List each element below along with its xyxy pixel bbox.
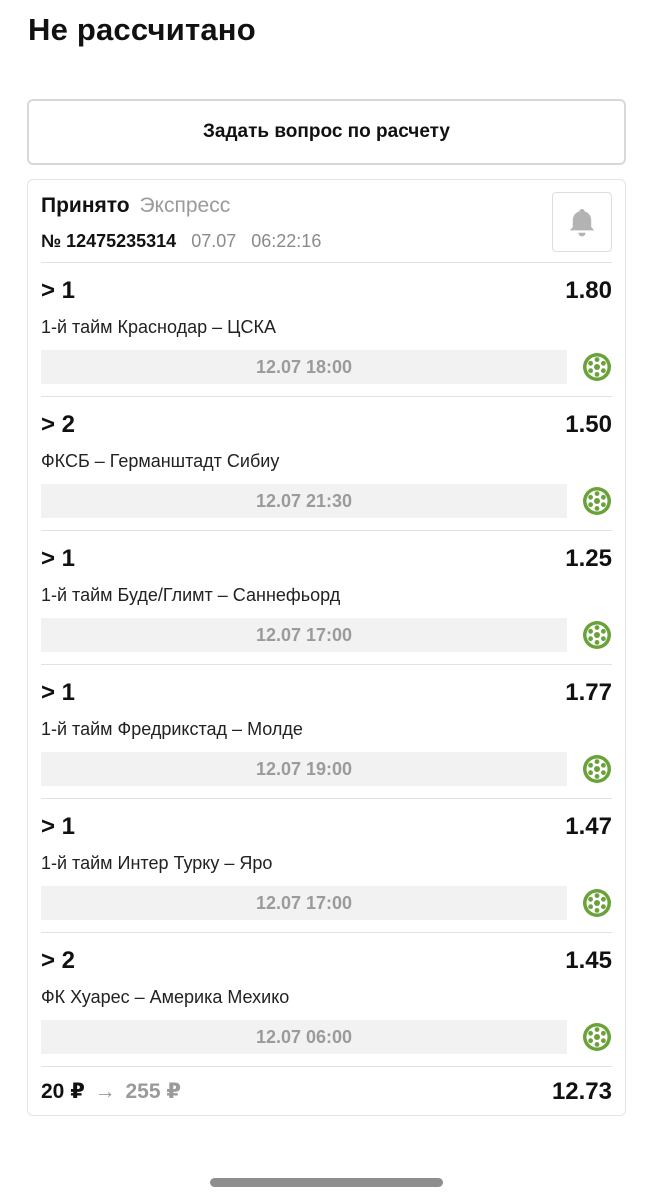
bet-meta: № 12475235314 07.07 06:22:16 <box>41 231 321 252</box>
event-name: 1-й тайм Краснодар – ЦСКА <box>41 317 276 337</box>
event-outcome: > 1 <box>41 679 76 706</box>
event-odds: 1.80 <box>565 277 612 304</box>
coupon-number: № 12475235314 <box>41 231 177 251</box>
ask-settlement-question-button[interactable]: Задать вопрос по расчету <box>27 99 626 165</box>
event-row[interactable]: > 1 1.25 1-й тайм Буде/Глимт – Саннефьорд 1… <box>41 530 612 664</box>
arrow-right-icon: → <box>94 1080 116 1103</box>
event-datetime: 12.07 17:00 <box>41 618 567 652</box>
event-name: 1-й тайм Фредрикстад – Молде <box>41 719 303 739</box>
event-outcome: > 1 <box>41 277 76 304</box>
event-outcome: > 2 <box>41 947 76 974</box>
event-row[interactable]: > 1 1.80 1-й тайм Краснодар – ЦСКА 12.07 18… <box>41 262 612 396</box>
event-outcome: > 1 <box>41 813 76 840</box>
event-odds: 1.25 <box>565 545 612 572</box>
event-name: ФКСБ – Германштадт Сибиу <box>41 451 280 471</box>
bet-date: 07.07 <box>191 231 237 251</box>
event-row[interactable]: > 1 1.77 1-й тайм Фредрикстад – Молде 12.07… <box>41 664 612 798</box>
event-odds: 1.47 <box>565 813 612 840</box>
event-name: 1-й тайм Буде/Глимт – Саннефьорд <box>41 585 341 605</box>
bet-type: Экспресс <box>139 194 231 217</box>
event-odds: 1.45 <box>565 947 612 974</box>
event-odds: 1.50 <box>565 411 612 438</box>
event-outcome: > 1 <box>41 545 76 572</box>
football-icon <box>583 353 611 381</box>
football-icon <box>583 889 611 917</box>
page-title: Не рассчитано <box>28 12 256 47</box>
bet-card: Принято Экспресс № 12475235314 07.07 06:… <box>27 179 626 1116</box>
event-datetime: 12.07 06:00 <box>41 1020 567 1054</box>
event-row[interactable]: > 2 1.50 ФКСБ – Германштадт Сибиу 12.07 21:… <box>41 396 612 530</box>
football-icon <box>583 621 611 649</box>
potential-payout: 255 ₽ <box>125 1080 181 1103</box>
event-datetime: 12.07 17:00 <box>41 886 567 920</box>
bet-status: Принято <box>41 194 130 217</box>
event-list: > 1 1.80 1-й тайм Краснодар – ЦСКА 12.07 18… <box>41 262 612 1066</box>
football-icon <box>583 755 611 783</box>
bet-time: 06:22:16 <box>251 231 322 251</box>
event-name: ФК Хуарес – Америка Мехико <box>41 987 290 1007</box>
event-odds: 1.77 <box>565 679 612 706</box>
home-indicator[interactable] <box>210 1178 443 1187</box>
event-row[interactable]: > 1 1.47 1-й тайм Интер Турку – Яро 12.07 1… <box>41 798 612 932</box>
bet-status-line: Принято Экспресс <box>41 194 230 218</box>
event-row[interactable]: > 2 1.45 ФК Хуарес – Америка Мехико 12.07 0… <box>41 932 612 1066</box>
stake-amount: 20 ₽ <box>41 1080 85 1103</box>
event-datetime: 12.07 18:00 <box>41 350 567 384</box>
event-datetime: 12.07 19:00 <box>41 752 567 786</box>
total-odds: 12.73 <box>551 1078 612 1105</box>
event-datetime: 12.07 21:30 <box>41 484 567 518</box>
notification-bell-button[interactable] <box>552 192 612 252</box>
football-icon <box>583 1023 611 1051</box>
bet-footer: 20 ₽ → 255 ₽ 12.73 <box>41 1066 612 1106</box>
event-name: 1-й тайм Интер Турку – Яро <box>41 853 273 873</box>
bet-header: Принято Экспресс № 12475235314 07.07 06:… <box>41 192 612 262</box>
stake-payout: 20 ₽ → 255 ₽ <box>41 1079 181 1104</box>
event-outcome: > 2 <box>41 411 76 438</box>
bell-icon <box>569 209 595 237</box>
football-icon <box>583 487 611 515</box>
